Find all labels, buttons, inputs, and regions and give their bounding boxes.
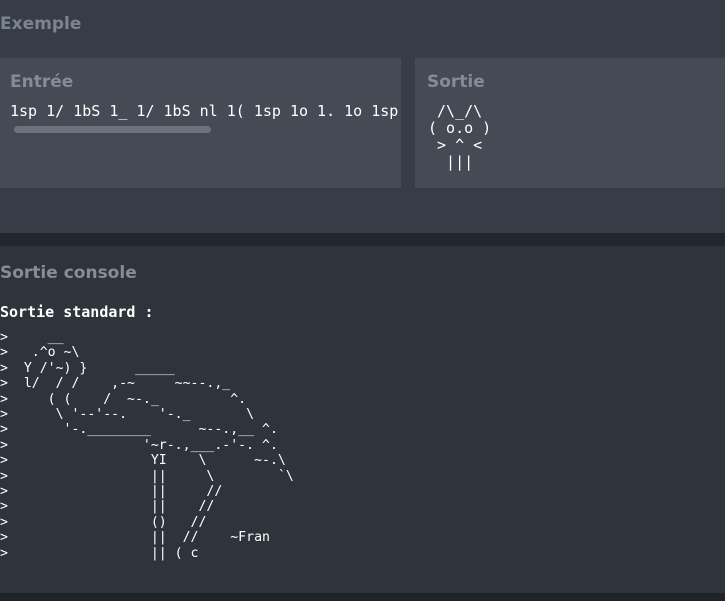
input-panel-title: Entrée <box>10 72 74 92</box>
console-line: > '~r-.,___.-'-. ^. <box>0 437 278 453</box>
console-line: > || \ `\ <box>0 468 294 484</box>
console-line: > || // <box>0 499 215 515</box>
console-line: > () // <box>0 514 207 530</box>
console-line: > __ <box>0 330 64 345</box>
stdout-label: Sortie standard : <box>0 303 154 321</box>
console-title: Sortie console <box>0 263 137 283</box>
console-line: > .^o ~\ <box>0 345 80 361</box>
console-line: > YI \ ~-.\ <box>0 453 286 469</box>
output-ascii-art: /\_/\ ( o.o ) > ^ < ||| <box>428 102 492 171</box>
console-line: > || // ~Fran <box>0 530 270 546</box>
console-line: > ( ( / ~-._ ^. <box>0 391 247 407</box>
console-line: > || // <box>0 484 223 500</box>
output-panel-title: Sortie <box>427 72 485 92</box>
horizontal-scrollbar[interactable] <box>14 126 211 133</box>
console-line: > \ '--'--. '-._ \ <box>0 407 255 423</box>
console-line: > '-.________ ~--.,__ ^. <box>0 422 278 438</box>
section-divider <box>0 233 725 246</box>
console-line: > l/ / / ,-~ ~~--.,_ <box>0 376 231 392</box>
bottom-bar <box>0 593 725 601</box>
input-panel: Entrée <box>0 58 401 188</box>
example-section: Exemple Entrée 1sp 1/ 1bS 1_ 1/ 1bS nl 1… <box>0 0 725 233</box>
example-title: Exemple <box>0 14 82 34</box>
console-line: > Y /'~) } _____ <box>0 360 175 376</box>
console-line: > || ( c <box>0 545 199 561</box>
console-output: > __ > .^o ~\ > Y /'~) } _____ > l/ / / ,-~… <box>0 330 294 561</box>
input-value[interactable]: 1sp 1/ 1bS 1_ 1/ 1bS nl 1( 1sp 1o 1. 1o … <box>10 102 398 120</box>
